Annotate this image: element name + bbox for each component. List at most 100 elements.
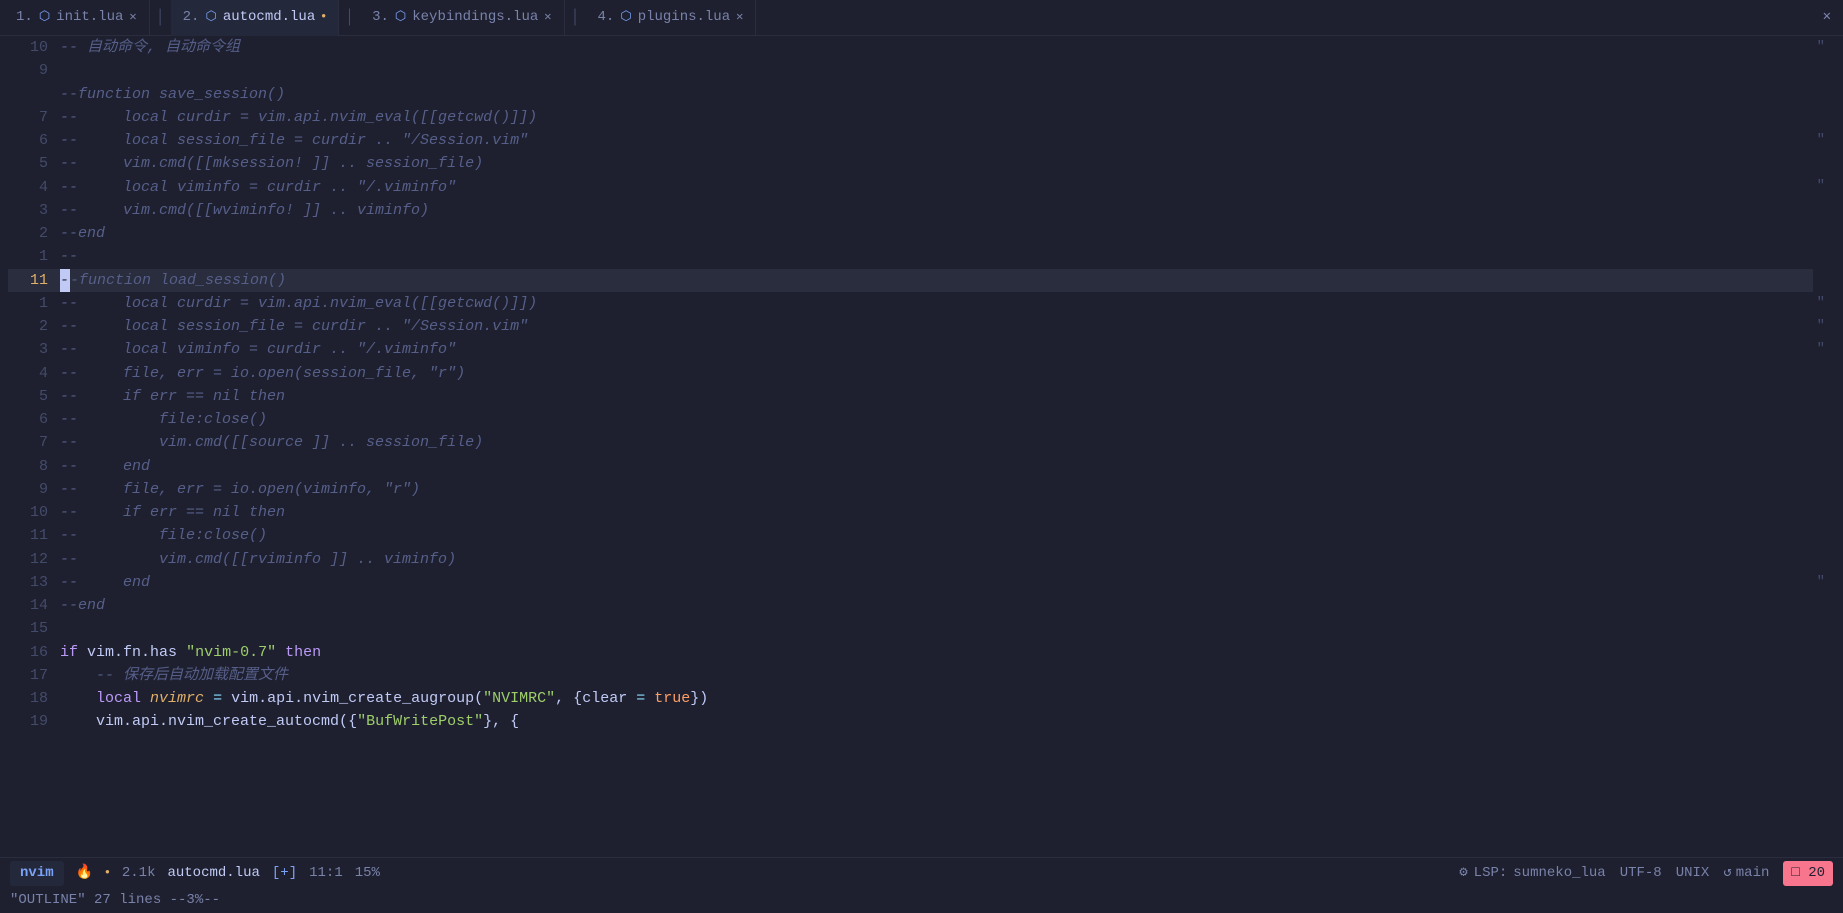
code-line-3b: 3 -- local viminfo = curdir .. "/.viminf…: [8, 338, 1813, 361]
tab-num-3: 3.: [372, 7, 389, 29]
line-content-15: [60, 617, 1813, 640]
tab-separator-3: │: [565, 6, 586, 29]
code-line-3a: 3 -- vim.cmd([[wviminfo! ]] .. viminfo): [8, 199, 1813, 222]
line-content-3a: -- vim.cmd([[wviminfo! ]] .. viminfo): [60, 199, 1813, 222]
line-content-19: vim.api.nvim_create_autocmd({"BufWritePo…: [60, 710, 1813, 733]
gutter-6a: 6: [8, 129, 60, 152]
line-content-1a: --: [60, 245, 1813, 268]
code-line-9: 9: [8, 59, 1813, 82]
code-line-16: 16 if vim.fn.has "nvim-0.7" then: [8, 641, 1813, 664]
line-content-save: --function save_session(): [60, 83, 1813, 106]
code-line-2b: 2 -- local session_file = curdir .. "/Se…: [8, 315, 1813, 338]
tab-separator-2: │: [339, 6, 360, 29]
tab-label-2: autocmd.lua: [223, 7, 315, 29]
gutter-5a: 5: [8, 152, 60, 175]
tab-icon-4: ⬡: [620, 7, 631, 27]
tab-plugins-lua[interactable]: 4. ⬡ plugins.lua ✕: [586, 0, 757, 36]
status-error-count: □ 20: [1783, 861, 1833, 887]
code-line-13b: 13 -- end ": [8, 571, 1813, 594]
line-content-6b: -- file:close(): [60, 408, 1813, 431]
code-line-14b: 14 --end: [8, 594, 1813, 617]
line-content-11: --function load_session(): [60, 269, 1813, 292]
tab-close-1[interactable]: ✕: [129, 8, 136, 27]
tab-label-4: plugins.lua: [638, 7, 730, 29]
tab-num-1: 1.: [16, 7, 33, 29]
code-line-9b: 9 -- file, err = io.open(viminfo, "r"): [8, 478, 1813, 501]
status-branch-name: main: [1736, 863, 1770, 885]
gutter-11: 11: [8, 269, 60, 292]
line-content-7b: -- vim.cmd([[source ]] .. session_file): [60, 431, 1813, 454]
tab-modified-dot: ●: [321, 11, 326, 23]
code-line-1b: 1 -- local curdir = vim.api.nvim_eval([[…: [8, 292, 1813, 315]
quote-right-4a: ": [1817, 176, 1825, 198]
editor-area: 10 -- 自动命令, 自动命令组 " 9 --function save_se…: [0, 36, 1843, 857]
line-content-9: [60, 59, 1813, 82]
status-lsp-name: sumneko_lua: [1513, 863, 1605, 885]
code-editor[interactable]: 10 -- 自动命令, 自动命令组 " 9 --function save_se…: [0, 36, 1843, 857]
code-line-11: 11 --function load_session(): [8, 269, 1813, 292]
gutter-8b: 8: [8, 455, 60, 478]
gutter-7a: 7: [8, 106, 60, 129]
code-line-8b: 8 -- end: [8, 455, 1813, 478]
line-content-16: if vim.fn.has "nvim-0.7" then: [60, 641, 1813, 664]
status-lsp-icon: ⚙: [1459, 863, 1467, 885]
code-line-4b: 4 -- file, err = io.open(session_file, "…: [8, 362, 1813, 385]
line-content-10b: -- if err == nil then: [60, 501, 1813, 524]
line-content-2b: -- local session_file = curdir .. "/Sess…: [60, 315, 1813, 338]
code-line-19: 19 vim.api.nvim_create_autocmd({"BufWrit…: [8, 710, 1813, 733]
code-line-6a: 6 -- local session_file = curdir .. "/Se…: [8, 129, 1813, 152]
gutter-11b: 11: [8, 524, 60, 547]
code-line-1a: 1 --: [8, 245, 1813, 268]
status-lsp-label: LSP:: [1474, 863, 1508, 885]
quote-right-6a: ": [1817, 130, 1825, 152]
tab-init-lua[interactable]: 1. ⬡ init.lua ✕: [4, 0, 150, 36]
gutter-1b: 1: [8, 292, 60, 315]
tab-close-4[interactable]: ✕: [736, 8, 743, 27]
status-right-group: ⚙ LSP: sumneko_lua UTF-8 UNIX ↺ main □ 2…: [1459, 861, 1833, 887]
tab-label-1: init.lua: [56, 7, 123, 29]
status-err-num: 20: [1808, 865, 1825, 881]
code-line-11b: 11 -- file:close(): [8, 524, 1813, 547]
code-line-18: 18 local nvimrc = vim.api.nvim_create_au…: [8, 687, 1813, 710]
quote-right-10: ": [1817, 37, 1825, 59]
code-line-7a: 7 -- local curdir = vim.api.nvim_eval([[…: [8, 106, 1813, 129]
line-content-3b: -- local viminfo = curdir .. "/.viminfo": [60, 338, 1813, 361]
code-line-12b: 12 -- vim.cmd([[rviminfo ]] .. viminfo): [8, 548, 1813, 571]
status-encoding: UTF-8: [1620, 863, 1662, 885]
status-fileformat: UNIX: [1676, 863, 1710, 885]
gutter-14b: 14: [8, 594, 60, 617]
gutter-1a: 1: [8, 245, 60, 268]
tab-label-3: keybindings.lua: [412, 7, 538, 29]
code-line-10b: 10 -- if err == nil then: [8, 501, 1813, 524]
gutter-10: 10: [8, 36, 60, 59]
line-content-4b: -- file, err = io.open(session_file, "r"…: [60, 362, 1813, 385]
tab-close-3[interactable]: ✕: [544, 8, 551, 27]
bottom-line: "OUTLINE" 27 lines --3%--: [0, 889, 1843, 913]
code-line-10: 10 -- 自动命令, 自动命令组 ": [8, 36, 1813, 59]
tabbar-close-all[interactable]: ✕: [1823, 7, 1839, 29]
quote-right-1b: ": [1817, 293, 1825, 315]
bottom-line-text: "OUTLINE" 27 lines --3%--: [10, 890, 220, 912]
status-size: 2.1k: [122, 863, 156, 885]
code-line-2a: 2 --end: [8, 222, 1813, 245]
line-content-17: -- 保存后自动加载配置文件: [60, 664, 1813, 687]
status-err-icon: □: [1791, 865, 1799, 881]
gutter-10b: 10: [8, 501, 60, 524]
tab-autocmd-lua[interactable]: 2. ⬡ autocmd.lua ●: [171, 0, 339, 36]
line-content-8b: -- end: [60, 455, 1813, 478]
gutter-16: 16: [8, 641, 60, 664]
quote-right-2b: ": [1817, 316, 1825, 338]
tab-keybindings-lua[interactable]: 3. ⬡ keybindings.lua ✕: [360, 0, 564, 36]
tab-icon-3: ⬡: [395, 7, 406, 27]
quote-right-3b: ": [1817, 339, 1825, 361]
line-content-11b: -- file:close(): [60, 524, 1813, 547]
gutter-15: 15: [8, 617, 60, 640]
status-filename: autocmd.lua: [167, 863, 259, 885]
code-line-17: 17 -- 保存后自动加载配置文件: [8, 664, 1813, 687]
tab-icon-1: ⬡: [39, 7, 50, 27]
line-content-14b: --end: [60, 594, 1813, 617]
code-line-5b: 5 -- if err == nil then: [8, 385, 1813, 408]
code-line-6b: 6 -- file:close(): [8, 408, 1813, 431]
cursor: -: [60, 269, 70, 292]
gutter-19: 19: [8, 710, 60, 733]
